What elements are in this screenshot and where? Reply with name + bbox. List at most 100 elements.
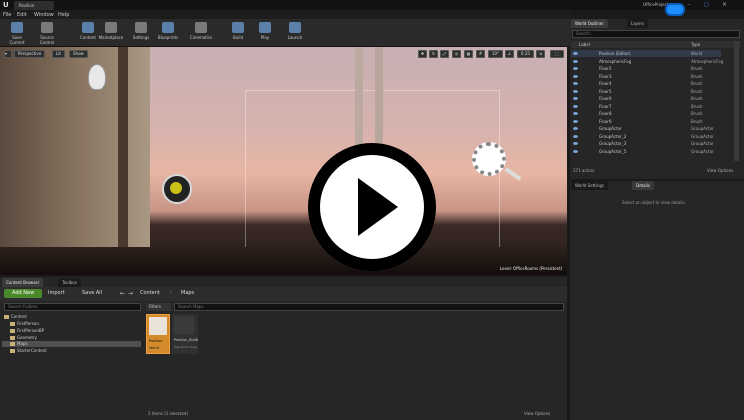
show-button[interactable]: Show [69,50,88,58]
visibility-eye-icon[interactable] [573,149,578,153]
toolbar-label: Build [232,35,244,40]
world-local-icon[interactable]: ◎ [452,50,461,58]
rotate-icon[interactable]: ↻ [429,50,438,58]
tab-details[interactable]: Details [632,181,654,190]
asset-tile-pavilion[interactable]: Pavilion World [146,314,170,354]
outliner-row[interactable]: Floor5 Brush [571,88,721,95]
tree-item-firstpersonbp[interactable]: FirstPersonBP [10,328,44,334]
scale-icon[interactable]: ⤢ [440,50,449,58]
minimize-icon[interactable]: – [688,2,691,8]
back-icon[interactable]: ← [120,290,125,297]
outliner-row[interactable]: Floor7 Brush [571,103,721,110]
menu-help[interactable]: Help [58,12,69,18]
scale-snap-icon[interactable]: ⇲ [536,50,545,58]
visibility-eye-icon[interactable] [573,119,578,123]
viewport-column [118,47,128,247]
rotation-snap-icon[interactable]: ∠ [505,50,514,58]
viewport-floor [0,247,567,275]
tab-world-settings[interactable]: World Settings [571,181,609,190]
search-maps-input[interactable]: Search Maps [174,303,564,311]
toolbar-button-launch[interactable]: Launch [282,21,308,45]
toolbar-button-save-current[interactable]: Save Current [4,21,30,45]
visibility-eye-icon[interactable] [573,67,578,70]
save-all-button[interactable]: Save All [82,290,102,296]
maximize-icon[interactable]: □ [704,2,709,8]
tree-item-content[interactable]: Content [4,314,27,320]
maximize-viewport-icon[interactable]: ⬚ [550,50,564,58]
translate-icon[interactable]: ✥ [418,50,427,58]
asset-tile-pavilion-builtdata[interactable]: Pavilion_BuiltData Map Build Data Regist… [172,314,198,354]
visibility-eye-icon[interactable] [573,82,578,85]
breadcrumb-arrow-icon: › [170,290,172,296]
outliner-row[interactable]: Floor9 Brush [571,118,721,125]
forward-icon[interactable]: → [128,290,133,297]
tab-layers[interactable]: Layers [627,19,649,28]
menu-window[interactable]: Window [34,12,54,18]
menu-file[interactable]: File [3,12,11,18]
tree-item-maps[interactable]: Maps [2,341,141,347]
import-button[interactable]: Import [48,290,65,296]
add-new-button[interactable]: Add New [4,289,42,298]
outliner-row[interactable]: GroupActor GroupActor [571,125,721,132]
search-folders-input[interactable]: Search Folders [4,303,141,311]
outliner-row[interactable]: Floor2 Brush [571,65,721,72]
outliner-row-type: GroupActor [691,133,714,139]
outliner-row[interactable]: Floor8 Brush [571,110,721,117]
grid-size-value[interactable]: 10° [488,50,504,58]
outliner-view-options-button[interactable]: View Options [707,168,733,173]
cb-view-options-button[interactable]: View Options [524,411,550,416]
visibility-eye-icon[interactable] [573,127,578,130]
tree-item-firstperson[interactable]: FirstPerson [10,321,39,327]
outliner-row[interactable]: Pavilion (Editor) World [571,50,721,57]
outliner-row[interactable]: AtmosphericFog AtmosphericFog [571,58,723,65]
toolbar-button-blueprints[interactable]: Blueprints [155,21,181,45]
outliner-row[interactable]: GroupActor_3 GroupActor [571,140,721,147]
visibility-eye-icon[interactable] [573,97,578,100]
tab-world-outliner[interactable]: World Outliner [571,19,608,28]
toolbar-button-play[interactable]: Play [252,21,278,45]
outliner-row[interactable]: Floor6 Brush [571,95,721,102]
grid-snap-icon[interactable]: # [476,50,485,58]
outliner-row-type: Brush [691,81,703,86]
outliner-row[interactable]: Floor3 Brush [571,73,721,80]
visibility-eye-icon[interactable] [573,74,578,78]
outliner-search-input[interactable]: Search... [572,30,740,38]
outliner-row[interactable]: GroupActor_5 GroupActor [571,148,721,155]
outliner-row[interactable]: Floor4 Brush [571,80,721,87]
visibility-eye-icon[interactable] [573,52,578,55]
menu-edit[interactable]: Edit [17,12,27,18]
tree-item-startercontent[interactable]: StarterContent [10,348,47,354]
level-tab[interactable]: Pavilion [14,1,54,10]
breadcrumb-maps[interactable]: Maps [181,290,194,296]
outliner-scrollbar[interactable] [734,41,739,161]
outliner-row[interactable]: GroupActor_2 GroupActor [571,133,721,140]
details-empty-message: Select an object to view details. [622,200,686,205]
close-icon[interactable]: × [722,1,727,8]
toolbar-button-cinematics[interactable]: Cinematics [188,21,214,45]
visibility-eye-icon[interactable] [573,59,578,63]
perspective-button[interactable]: Perspective [14,50,46,58]
toolbar-label: Source Control [39,35,55,45]
toolbar-button-marketplace[interactable]: Marketplace [98,21,124,45]
source-control-icon [41,22,53,33]
rotation-snap-value[interactable]: 0.25 [517,50,534,58]
viewport-menu-icon[interactable]: ▾ [4,50,12,58]
toolbar-button-source-control[interactable]: Source Control [34,21,60,45]
toolbar-button-settings[interactable]: Settings [128,21,154,45]
visibility-eye-icon[interactable] [573,134,578,138]
surface-snap-icon[interactable]: ▦ [464,50,473,58]
visibility-eye-icon[interactable] [573,89,578,93]
filters-button[interactable]: Filters [146,303,171,311]
directional-light-icon[interactable] [472,142,506,176]
toolbar-button-build[interactable]: Build [225,21,251,45]
lit-button[interactable]: Lit [52,50,65,58]
visibility-eye-icon[interactable] [573,142,578,145]
outliner-row-label: Floor5 [599,88,612,94]
breadcrumb-content[interactable]: Content [140,290,160,296]
visibility-eye-icon[interactable] [573,112,578,115]
point-light-icon[interactable] [88,64,106,90]
tab-content-browser[interactable]: Content Browser [2,278,44,287]
visibility-eye-icon[interactable] [573,104,578,108]
current-level-name: OfficeRooms (Persistent) [513,266,563,271]
tab-toolbox[interactable]: Toolbox [58,278,81,287]
